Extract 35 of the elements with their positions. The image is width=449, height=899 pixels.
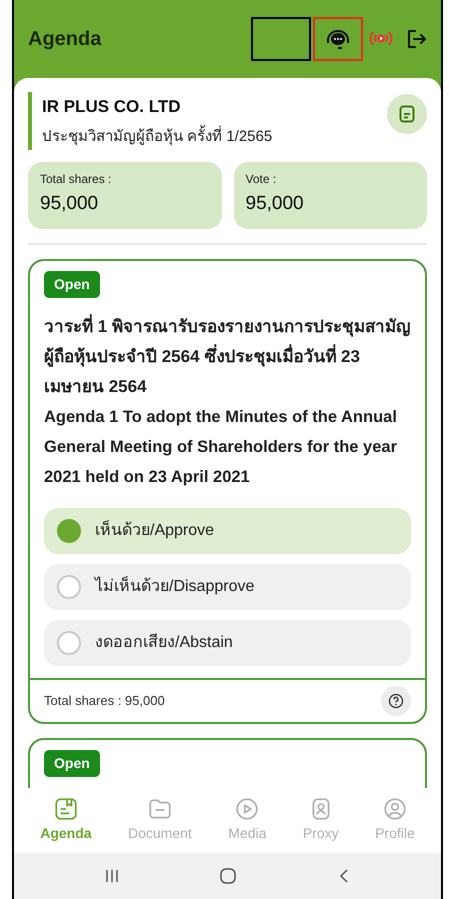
page-title: Agenda bbox=[28, 27, 102, 52]
radio-icon bbox=[57, 518, 81, 542]
document-button[interactable] bbox=[387, 94, 427, 134]
vote-option[interactable]: เห็นด้วย/Approve bbox=[44, 508, 411, 554]
radio-icon bbox=[57, 630, 81, 654]
help-icon bbox=[388, 692, 404, 708]
blank-frame bbox=[251, 17, 311, 61]
stat-label: Vote : bbox=[246, 171, 278, 188]
play-icon bbox=[234, 796, 260, 822]
vote-option[interactable]: งดออกเสียง/Abstain bbox=[44, 620, 411, 666]
profile-icon bbox=[382, 796, 408, 822]
support-chat-icon[interactable] bbox=[324, 27, 352, 51]
nav-tab[interactable]: Media bbox=[226, 796, 268, 844]
document-icon bbox=[399, 105, 415, 123]
agenda-title-thai: วาระที่ 1 พิจารณารับรองรายงานการประชุมสามัญผู้ถือหุ้นประจำปี 2564 ซึ่งประชุมเมื่อวันที่ 23 เมษายน 2564 bbox=[44, 312, 411, 402]
stat-value: 95,000 bbox=[40, 192, 100, 216]
stat-value: 95,000 bbox=[246, 192, 305, 216]
status-badge: Open bbox=[44, 750, 100, 776]
status-badge: Open bbox=[44, 270, 100, 298]
recent-apps-icon[interactable] bbox=[104, 868, 120, 884]
nav-tab[interactable]: Proxy bbox=[300, 796, 341, 844]
home-icon[interactable] bbox=[219, 867, 238, 885]
help-button[interactable] bbox=[381, 686, 411, 716]
nav-tab[interactable]: Profile bbox=[373, 796, 417, 844]
total-shares-text: Total shares : 95,000 bbox=[44, 692, 165, 710]
company-name: IR PLUS CO. LTD bbox=[42, 96, 182, 118]
vote-option[interactable]: ไม่เห็นด้วย/Disapprove bbox=[44, 564, 411, 610]
radio-icon bbox=[57, 574, 81, 598]
nav-tab[interactable]: Agenda bbox=[38, 796, 94, 844]
nav-tab[interactable]: Document bbox=[126, 796, 194, 844]
notebook-icon bbox=[52, 796, 79, 822]
stat-label: Total shares : bbox=[40, 171, 112, 188]
agenda-title-english: Agenda 1 To adopt the Minutes of the Annual General Meeting of Shareholders for the year 2021 held on 23 April 2021 bbox=[44, 406, 398, 488]
meeting-title: ประชุมวิสามัญผู้ถือหุ้น ครั้งที่ 1/2565 bbox=[42, 126, 387, 148]
logout-icon[interactable] bbox=[405, 28, 427, 50]
